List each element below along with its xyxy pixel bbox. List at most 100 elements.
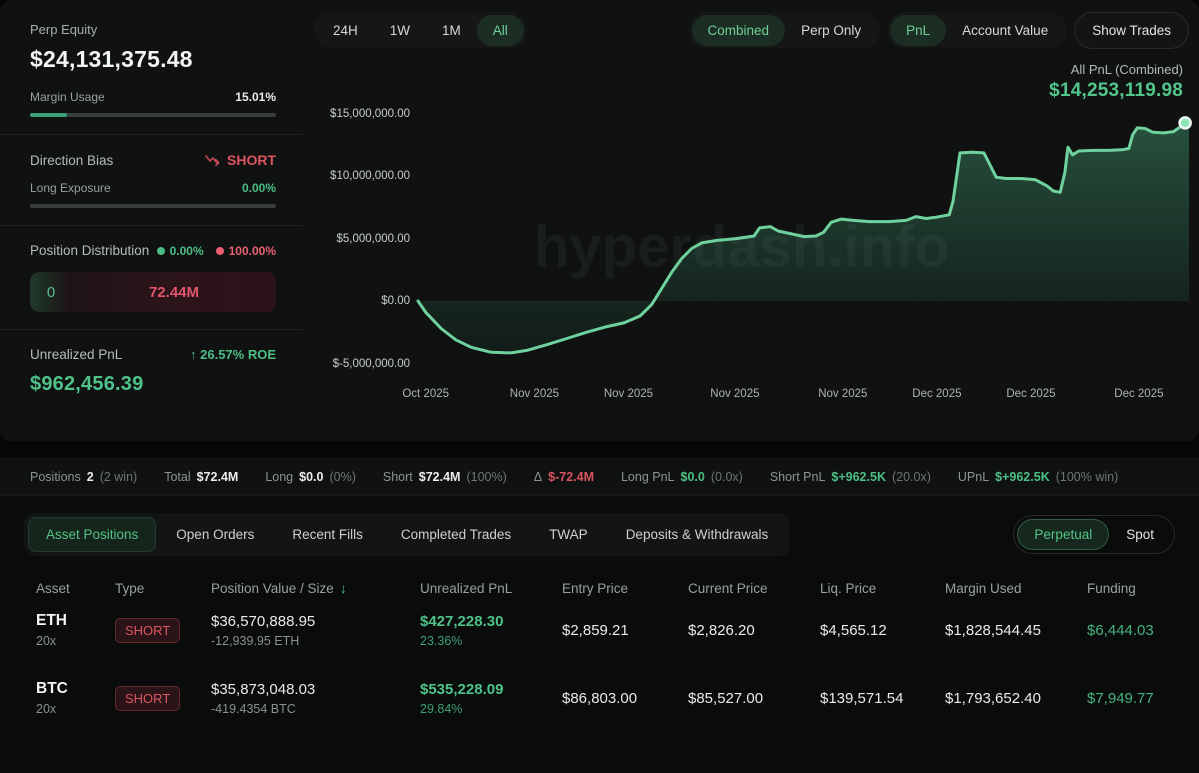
time-range-1w[interactable]: 1W	[374, 15, 426, 46]
position-value: $35,873,048.03	[211, 681, 420, 698]
margin-usage-value: 15.01%	[235, 90, 276, 104]
long-exposure-value: 0.00%	[242, 181, 276, 195]
summary-short-pnl: Short PnL$+962.5K(20.0x)	[770, 470, 931, 484]
entry-price: $86,803.00	[562, 690, 688, 707]
funding: $7,949.77	[1087, 690, 1187, 707]
summary-long: Long$0.0(0%)	[265, 470, 356, 484]
table-row-eth[interactable]: ETH20x SHORT $36,570,888.95-12,939.95 ET…	[24, 596, 1175, 664]
asset-symbol: BTC	[36, 680, 115, 698]
time-range-24h[interactable]: 24H	[317, 15, 374, 46]
x-axis-label: Nov 2025	[510, 388, 559, 400]
margin-usage-bar	[30, 113, 276, 117]
unrealized-pnl: $427,228.30	[420, 613, 562, 630]
margin-used: $1,828,544.45	[945, 622, 1087, 639]
summary-long-pnl: Long PnL$0.0(0.0x)	[621, 470, 743, 484]
divider	[0, 329, 302, 330]
x-axis-label: Nov 2025	[604, 388, 653, 400]
summary-short: Short$72.4M(100%)	[383, 470, 507, 484]
unrealized-pnl: $535,228.09	[420, 681, 562, 698]
x-axis-label: Dec 2025	[1006, 388, 1055, 400]
divider	[0, 225, 302, 226]
divider	[0, 134, 302, 135]
tab-deposits-withdrawals[interactable]: Deposits & Withdrawals	[608, 517, 787, 552]
entry-price: $2,859.21	[562, 622, 688, 639]
position-distribution-label: Position Distribution	[30, 243, 149, 258]
mode-perp-only-button[interactable]: Perp Only	[785, 15, 877, 46]
all-pnl-label: All PnL (Combined)	[314, 62, 1183, 77]
direction-bias-value: SHORT	[205, 152, 276, 168]
asset-leverage: 20x	[36, 702, 115, 716]
header-margin-used[interactable]: Margin Used	[945, 581, 1087, 596]
margin-usage-bar-fill	[30, 113, 67, 117]
sort-desc-icon: ↓	[340, 580, 347, 596]
margin-used: $1,793,652.40	[945, 690, 1087, 707]
overview-section: Perp Equity $24,131,375.48 Margin Usage …	[0, 0, 1199, 441]
unrealized-pnl-label: Unrealized PnL	[30, 347, 122, 362]
show-trades-button[interactable]: Show Trades	[1074, 12, 1189, 49]
table-row-btc[interactable]: BTC20x SHORT $35,873,048.03-419.4354 BTC…	[24, 664, 1175, 732]
tab-recent-fills[interactable]: Recent Fills	[274, 517, 381, 552]
liq-price: $4,565.12	[820, 622, 945, 639]
current-price: $2,826.20	[688, 622, 820, 639]
arrow-up-icon: ↑	[190, 347, 197, 362]
asset-positions-table: Asset Type Position Value / Size↓ Unreal…	[24, 580, 1175, 732]
long-distribution-legend: 0.00%	[157, 244, 204, 258]
chart-plot-area[interactable]: hyperdash.info	[418, 104, 1189, 379]
tab-twap[interactable]: TWAP	[531, 517, 606, 552]
header-asset[interactable]: Asset	[36, 581, 115, 596]
header-unrealized-pnl[interactable]: Unrealized PnL	[420, 581, 562, 596]
all-pnl-value: $14,253,119.98	[314, 80, 1183, 102]
short-dot-icon	[216, 247, 224, 255]
x-axis-label: Dec 2025	[912, 388, 961, 400]
header-entry-price[interactable]: Entry Price	[562, 581, 688, 596]
summary-delta: Δ$-72.4M	[534, 470, 594, 484]
time-range-1m[interactable]: 1M	[426, 15, 477, 46]
long-exposure-bar	[30, 204, 276, 208]
x-axis-label: Oct 2025	[402, 388, 449, 400]
perp-equity-label: Perp Equity	[30, 22, 276, 37]
margin-usage-label: Margin Usage	[30, 90, 105, 104]
header-current-price[interactable]: Current Price	[688, 581, 820, 596]
time-range-all[interactable]: All	[477, 15, 524, 46]
x-axis-label: Nov 2025	[710, 388, 759, 400]
position-distribution-bar: 0 72.44M	[30, 272, 276, 312]
y-axis-label: $15,000,000.00	[330, 108, 410, 120]
pnl-area-chart[interactable]	[418, 104, 1189, 379]
long-exposure-label: Long Exposure	[30, 181, 111, 195]
mode-combined-button[interactable]: Combined	[692, 15, 786, 46]
pnl-chart-panel: 24H 1W 1M All Combined Perp Only PnL Acc…	[302, 0, 1199, 441]
x-axis-label: Dec 2025	[1114, 388, 1163, 400]
position-size: -12,939.95 ETH	[211, 634, 420, 648]
tab-completed-trades[interactable]: Completed Trades	[383, 517, 529, 552]
metric-account-value-button[interactable]: Account Value	[946, 15, 1064, 46]
trend-down-icon	[205, 154, 221, 166]
unrealized-pnl-value: $962,456.39	[30, 373, 276, 396]
x-axis-label: Nov 2025	[818, 388, 867, 400]
tab-open-orders[interactable]: Open Orders	[158, 517, 272, 552]
chart-y-axis: $15,000,000.00 $10,000,000.00 $5,000,000.0…	[314, 104, 418, 379]
summary-upnl: UPnL$+962.5K(100% win)	[958, 470, 1118, 484]
table-header-row: Asset Type Position Value / Size↓ Unreal…	[24, 580, 1175, 596]
funding: $6,444.03	[1087, 622, 1187, 639]
asset-symbol: ETH	[36, 612, 115, 630]
y-axis-label: $5,000,000.00	[336, 233, 410, 245]
market-perpetual-button[interactable]: Perpetual	[1017, 519, 1109, 550]
metric-toggle-group: PnL Account Value	[887, 12, 1067, 49]
liq-price: $139,571.54	[820, 690, 945, 707]
market-spot-button[interactable]: Spot	[1109, 519, 1171, 550]
position-size: -419.4354 BTC	[211, 702, 420, 716]
header-liq-price[interactable]: Liq. Price	[820, 581, 945, 596]
chart-x-axis: Oct 2025Nov 2025Nov 2025Nov 2025Nov 2025…	[418, 379, 1189, 409]
perp-equity-value: $24,131,375.48	[30, 46, 276, 73]
y-axis-label: $10,000,000.00	[330, 170, 410, 182]
positions-summary-bar: Positions2(2 win) Total$72.4M Long$0.0(0…	[0, 458, 1199, 496]
short-badge: SHORT	[115, 618, 180, 643]
metric-pnl-button[interactable]: PnL	[890, 15, 946, 46]
direction-bias-label: Direction Bias	[30, 153, 113, 168]
tab-asset-positions[interactable]: Asset Positions	[28, 517, 156, 552]
current-price: $85,527.00	[688, 690, 820, 707]
header-position-value[interactable]: Position Value / Size↓	[211, 580, 420, 596]
header-type[interactable]: Type	[115, 581, 211, 596]
header-funding[interactable]: Funding	[1087, 581, 1187, 596]
y-axis-label: $0.00	[381, 295, 410, 307]
